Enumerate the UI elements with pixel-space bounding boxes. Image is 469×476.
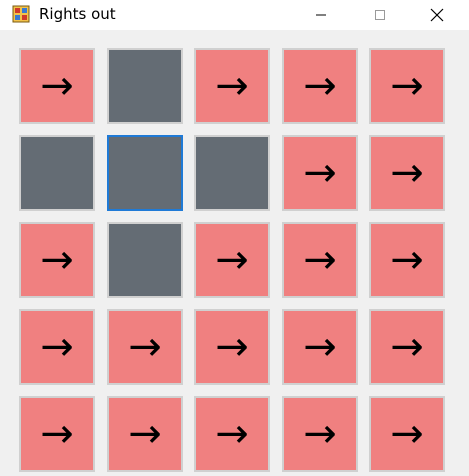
right-arrow-icon: → (40, 237, 74, 283)
minimize-button[interactable] (298, 0, 344, 30)
tile-r5-c2-on[interactable]: → (107, 396, 183, 472)
right-arrow-icon: → (303, 63, 337, 109)
right-arrow-icon: → (215, 63, 249, 109)
tile-r5-c3-on[interactable]: → (194, 396, 270, 472)
right-arrow-icon: → (215, 324, 249, 370)
right-arrow-icon: → (303, 411, 337, 457)
tile-r2-c5-on[interactable]: → (369, 135, 445, 211)
tile-r3-c5-on[interactable]: → (369, 222, 445, 298)
right-arrow-icon: → (390, 150, 424, 196)
right-arrow-icon: → (40, 324, 74, 370)
right-arrow-icon: → (303, 237, 337, 283)
maximize-button[interactable] (357, 0, 403, 30)
tile-r4-c3-on[interactable]: → (194, 309, 270, 385)
right-arrow-icon: → (390, 411, 424, 457)
tile-r2-c3-off[interactable] (194, 135, 270, 211)
maximize-icon (375, 10, 385, 20)
tile-r4-c4-on[interactable]: → (282, 309, 358, 385)
app-window: Rights out → → → → → → → → → → → → → → → → → → → → (0, 0, 469, 476)
tile-r3-c1-on[interactable]: → (19, 222, 95, 298)
game-board: → → → → → → → → → → → → → → → → → → → → (0, 30, 469, 476)
right-arrow-icon: → (128, 324, 162, 370)
window-title: Rights out (39, 5, 116, 23)
right-arrow-icon: → (390, 63, 424, 109)
tile-r5-c5-on[interactable]: → (369, 396, 445, 472)
tile-r4-c5-on[interactable]: → (369, 309, 445, 385)
right-arrow-icon: → (390, 324, 424, 370)
right-arrow-icon: → (215, 411, 249, 457)
right-arrow-icon: → (390, 237, 424, 283)
tile-r5-c4-on[interactable]: → (282, 396, 358, 472)
tile-r2-c1-off[interactable] (19, 135, 95, 211)
tile-r3-c2-off[interactable] (107, 222, 183, 298)
right-arrow-icon: → (215, 237, 249, 283)
minimize-icon (316, 14, 326, 16)
tile-r2-c4-on[interactable]: → (282, 135, 358, 211)
tile-r4-c2-on[interactable]: → (107, 309, 183, 385)
close-button[interactable] (414, 0, 460, 30)
tile-r1-c2-off[interactable] (107, 48, 183, 124)
tile-r2-c2-off[interactable] (107, 135, 183, 211)
tile-r1-c5-on[interactable]: → (369, 48, 445, 124)
right-arrow-icon: → (303, 150, 337, 196)
title-bar[interactable]: Rights out (0, 0, 469, 30)
tile-r3-c4-on[interactable]: → (282, 222, 358, 298)
tile-r4-c1-on[interactable]: → (19, 309, 95, 385)
tile-r3-c3-on[interactable]: → (194, 222, 270, 298)
right-arrow-icon: → (303, 324, 337, 370)
app-icon (12, 5, 30, 23)
right-arrow-icon: → (40, 411, 74, 457)
right-arrow-icon: → (128, 411, 162, 457)
tile-r5-c1-on[interactable]: → (19, 396, 95, 472)
tile-r1-c3-on[interactable]: → (194, 48, 270, 124)
close-icon (430, 8, 444, 22)
right-arrow-icon: → (40, 63, 74, 109)
tile-r1-c1-on[interactable]: → (19, 48, 95, 124)
tile-r1-c4-on[interactable]: → (282, 48, 358, 124)
